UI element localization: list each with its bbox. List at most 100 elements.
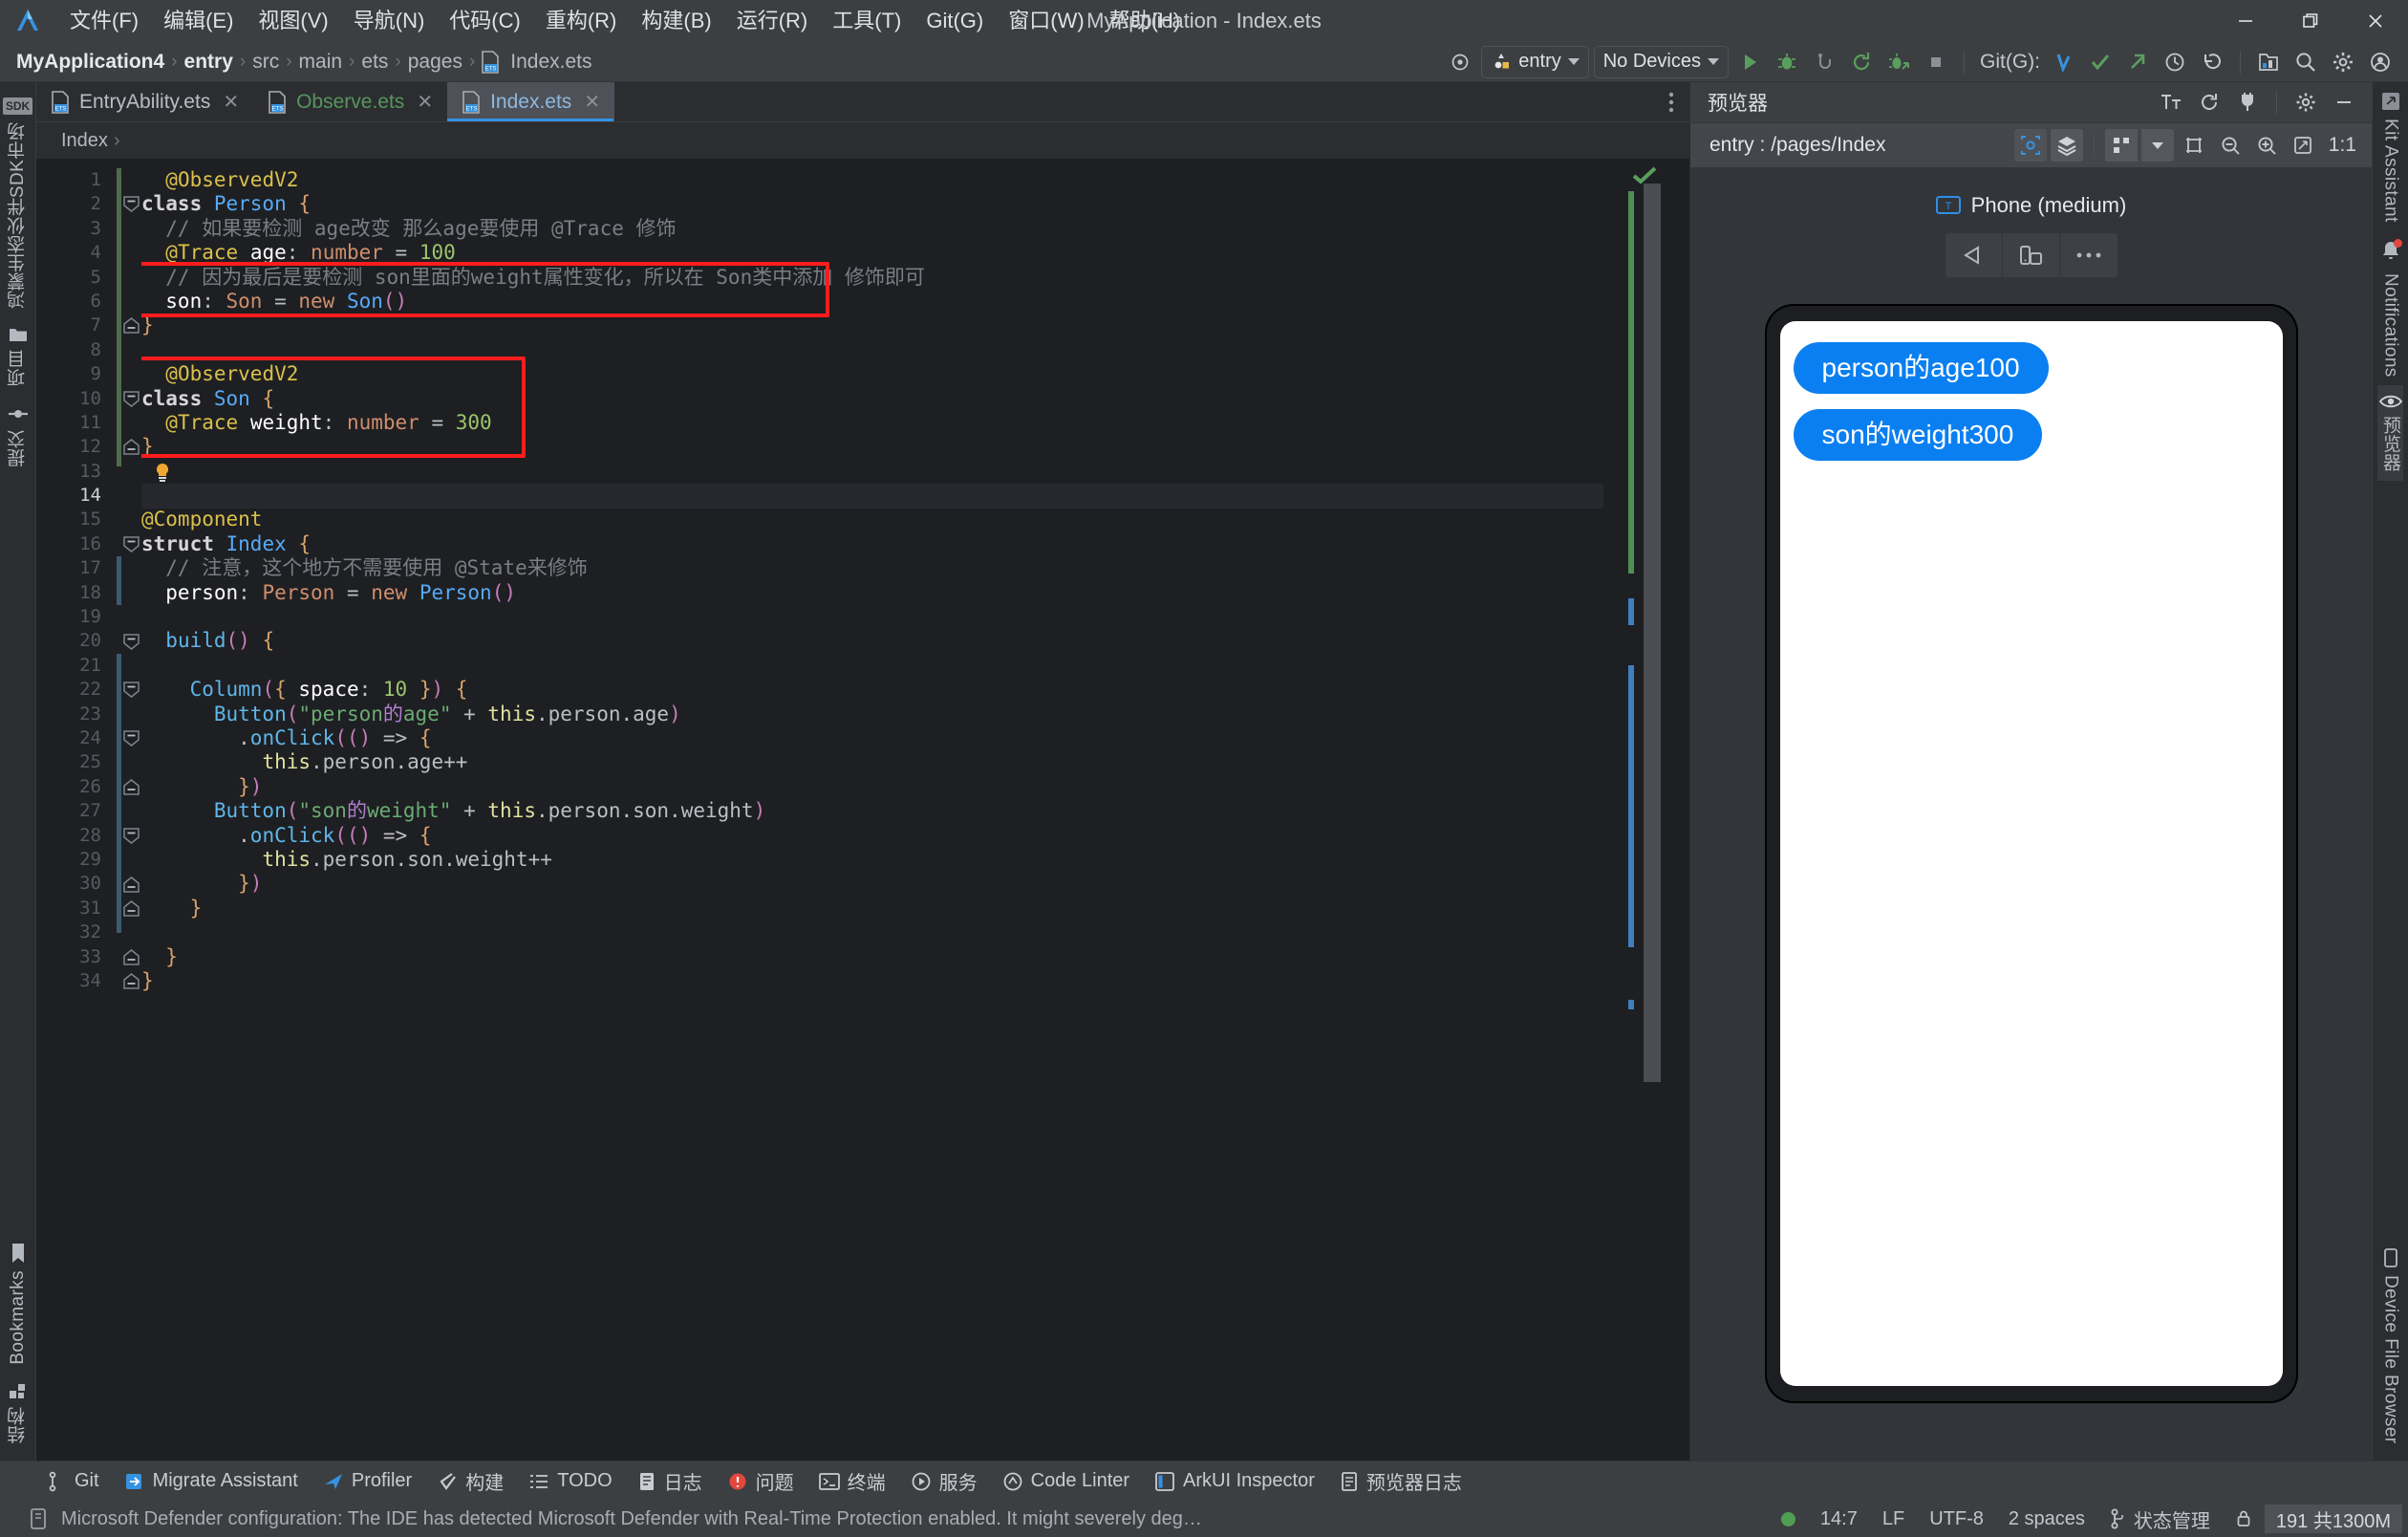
breadcrumb[interactable]: MyApplication4 › entry › src › main › ets › pages ›… — [11, 51, 597, 74]
code-line[interactable]: @Trace weight: number = 300 — [141, 411, 1603, 435]
fold-marker[interactable] — [122, 195, 140, 213]
fold-marker[interactable] — [122, 972, 140, 990]
rail-item-lt-2[interactable]: 提交 — [3, 396, 32, 476]
code-line[interactable] — [141, 920, 1603, 944]
code-line[interactable]: }) — [141, 775, 1603, 799]
app-button-son-weight[interactable]: son的weight300 — [1793, 409, 2043, 461]
fold-marker[interactable] — [122, 633, 140, 651]
code-line[interactable]: .onClick(() => { — [141, 824, 1603, 848]
phone-screen[interactable]: person的age100 son的weight300 — [1779, 321, 2283, 1386]
menu-item-7[interactable]: 运行(R) — [724, 0, 821, 42]
menu-item-8[interactable]: 工具(T) — [820, 0, 914, 42]
frame-icon[interactable] — [2178, 129, 2210, 162]
code-line[interactable]: class Person { — [141, 192, 1603, 216]
fold-marker[interactable] — [122, 390, 140, 408]
code-line[interactable]: build() { — [141, 629, 1603, 653]
menu-item-0[interactable]: 文件(F) — [57, 0, 151, 42]
git-history-button[interactable] — [2159, 46, 2191, 78]
check-ok-icon[interactable] — [1630, 164, 1659, 185]
code-line[interactable]: @ObservedV2 — [141, 168, 1603, 192]
more-horizontal-icon[interactable] — [2059, 233, 2118, 277]
git-rollback-button[interactable] — [2196, 46, 2228, 78]
app-button-person-age[interactable]: person的age100 — [1793, 342, 2049, 394]
gear-icon[interactable] — [2327, 46, 2359, 78]
tool-window-服务[interactable]: 服务 — [899, 1465, 989, 1498]
fit-screen-icon[interactable] — [2287, 129, 2319, 162]
minimize-button[interactable] — [2213, 0, 2278, 42]
editor-tab-0[interactable]: ETS EntryAbility.ets ✕ — [36, 82, 253, 121]
tool-window-arkui-inspector[interactable]: ArkUI Inspector — [1143, 1465, 1326, 1498]
vcs-change-bar-2[interactable] — [117, 556, 121, 606]
fold-marker-gutter[interactable] — [115, 159, 141, 1461]
code-line[interactable]: Column({ space: 10 }) { — [141, 678, 1603, 702]
close-icon[interactable]: ✕ — [417, 90, 433, 114]
code-line[interactable]: this.person.age++ — [141, 750, 1603, 774]
rail-item-rt-0[interactable]: Kit Assistant — [2377, 82, 2403, 231]
actual-size-button[interactable]: 1:1 — [2323, 129, 2362, 162]
fold-marker[interactable] — [122, 316, 140, 335]
code-content[interactable]: @ObservedV2 class Person { // 如果要检测 age改变… — [141, 159, 1603, 1461]
gear-icon[interactable] — [2290, 86, 2322, 119]
editor-scroll-markers[interactable] — [1603, 159, 1689, 1461]
rail-item-lt-0[interactable]: SDK 鸿蒙生态伙伴SDK市场 — [2, 82, 33, 317]
rail-item-lb-0[interactable]: Bookmarks — [8, 1234, 29, 1374]
status-indicator[interactable] — [1769, 1505, 1808, 1533]
git-commit-button[interactable] — [2084, 46, 2117, 78]
memory-indicator[interactable]: 191 共1300M — [2264, 1505, 2402, 1534]
code-line[interactable]: }) — [141, 872, 1603, 896]
code-line[interactable]: person: Person = new Person() — [141, 581, 1603, 605]
code-line[interactable] — [141, 605, 1603, 629]
fold-marker[interactable] — [122, 876, 140, 894]
code-line[interactable]: @ObservedV2 — [141, 362, 1603, 386]
menu-item-4[interactable]: 代码(C) — [437, 0, 533, 42]
rail-item-lt-1[interactable]: 项目 — [3, 317, 32, 396]
tool-window-预览器日志[interactable]: 预览器日志 — [1328, 1465, 1473, 1498]
code-line[interactable]: this.person.son.weight++ — [141, 848, 1603, 872]
zoom-out-icon[interactable] — [2214, 129, 2247, 162]
tool-window-问题[interactable]: 问题 — [716, 1465, 806, 1498]
fold-marker[interactable] — [122, 948, 140, 966]
refresh-icon[interactable] — [2193, 86, 2225, 119]
rail-item-rb-0[interactable]: Device File Browser — [2380, 1239, 2401, 1453]
fold-marker[interactable] — [122, 729, 140, 747]
fold-marker[interactable] — [122, 681, 140, 699]
git-branch-status[interactable]: 状态管理 — [2097, 1505, 2223, 1533]
menu-item-2[interactable]: 视图(V) — [246, 0, 340, 42]
vcs-change-bar[interactable] — [117, 168, 121, 467]
stop-button[interactable] — [1920, 46, 1952, 78]
code-line[interactable]: } — [141, 969, 1603, 993]
zoom-in-icon[interactable] — [2250, 129, 2283, 162]
menu-item-1[interactable]: 编辑(E) — [151, 0, 246, 42]
git-push-button[interactable] — [2121, 46, 2154, 78]
breadcrumb-item-2[interactable]: src — [247, 51, 284, 74]
target-settings-icon[interactable] — [1444, 46, 1476, 78]
rail-item-lb-1[interactable]: 结构 — [5, 1373, 31, 1453]
device-selector[interactable]: No Devices — [1593, 45, 1729, 78]
tool-window-todo[interactable]: TODO — [517, 1465, 623, 1498]
code-line[interactable]: // 如果要检测 age改变 那么age要使用 @Trace 修饰 — [141, 217, 1603, 241]
fold-marker[interactable] — [122, 438, 140, 456]
code-line[interactable]: @Component — [141, 508, 1603, 531]
tool-window-日志[interactable]: 日志 — [626, 1465, 714, 1498]
inspector-target-icon[interactable] — [2013, 129, 2047, 162]
menu-item-11[interactable]: 帮助(H) — [1097, 0, 1193, 42]
debug-button[interactable] — [1771, 46, 1803, 78]
code-line[interactable]: } — [141, 435, 1603, 459]
breadcrumb-item-4[interactable]: ets — [356, 51, 393, 74]
breadcrumb-item-6[interactable]: Index.ets — [505, 51, 596, 74]
indent-setting[interactable]: 2 spaces — [1996, 1505, 2097, 1533]
code-line[interactable]: Button("son的weight" + this.person.son.we… — [141, 799, 1603, 823]
code-line[interactable]: // 注意，这个地方不需要使用 @State来修饰 — [141, 556, 1603, 580]
project-structure-button[interactable] — [2252, 46, 2285, 78]
lightbulb-icon[interactable] — [153, 463, 172, 484]
run-button[interactable] — [1733, 46, 1766, 78]
more-vertical-icon[interactable] — [1653, 82, 1689, 121]
line-separator[interactable]: LF — [1870, 1505, 1917, 1533]
menu-item-10[interactable]: 窗口(W) — [996, 0, 1096, 42]
vcs-change-bar-3[interactable] — [117, 654, 121, 934]
tool-window-终端[interactable]: 终端 — [807, 1465, 897, 1498]
chevron-down-icon[interactable] — [2140, 129, 2174, 162]
fold-marker[interactable] — [122, 827, 140, 845]
maximize-button[interactable] — [2278, 0, 2343, 42]
cursor-position[interactable]: 14:7 — [1808, 1505, 1870, 1533]
